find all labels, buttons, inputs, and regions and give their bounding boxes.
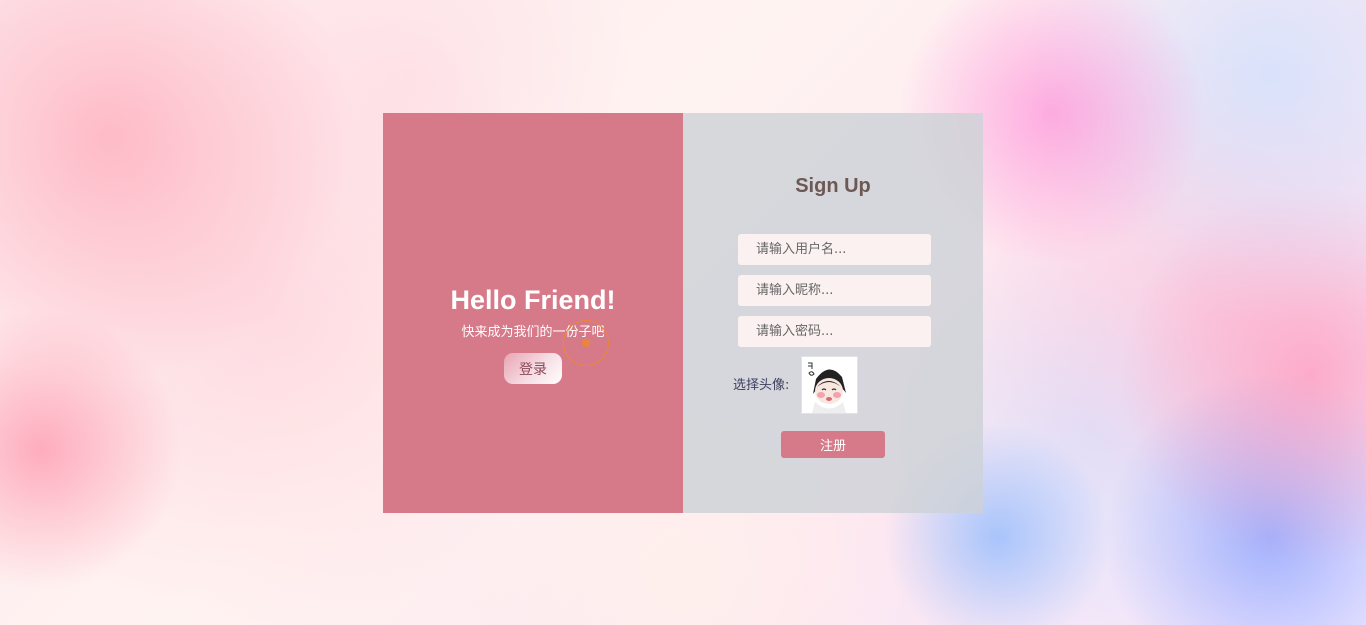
welcome-panel: Hello Friend! 快来成为我们的一份子吧 登录 — [383, 113, 683, 513]
avatar-image-icon — [802, 357, 857, 413]
signup-panel: Sign Up 选择头像: 注册 — [683, 113, 983, 513]
nickname-input[interactable] — [738, 275, 931, 306]
password-input[interactable] — [738, 316, 931, 347]
auth-card: Hello Friend! 快来成为我们的一份子吧 登录 Sign Up 选择头… — [383, 113, 983, 513]
welcome-title: Hello Friend! — [450, 285, 616, 315]
cursor-dot-icon — [582, 339, 590, 347]
avatar-picker[interactable] — [801, 356, 858, 414]
username-input[interactable] — [738, 234, 931, 265]
login-button[interactable]: 登录 — [504, 353, 562, 384]
register-button[interactable]: 注册 — [781, 431, 885, 458]
avatar-label: 选择头像: — [733, 378, 790, 393]
signup-title: Sign Up — [795, 175, 871, 197]
